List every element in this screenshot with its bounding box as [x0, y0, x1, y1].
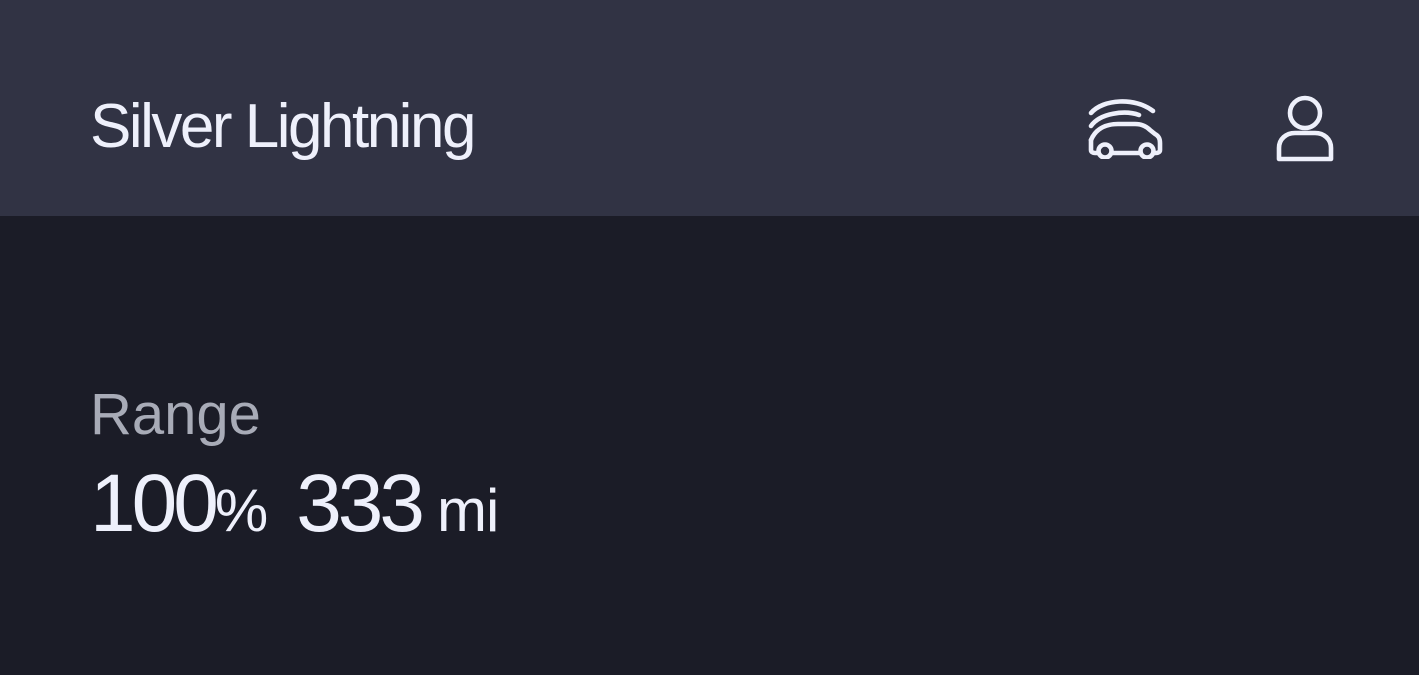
- vehicle-name-title: Silver Lightning: [90, 92, 476, 161]
- range-summary[interactable]: Range 100 % 333 mi: [90, 382, 499, 550]
- user-account-icon: [1276, 95, 1334, 162]
- account-button[interactable]: [1266, 88, 1344, 168]
- battery-percent-sign: %: [214, 477, 268, 544]
- range-values: 100 % 333 mi: [90, 458, 499, 550]
- vehicles-garage-icon: [1088, 99, 1163, 159]
- battery-percent-value: 100: [90, 458, 219, 549]
- range-distance-unit: mi: [437, 477, 499, 544]
- range-label: Range: [90, 382, 261, 447]
- garage-button[interactable]: [1078, 88, 1168, 164]
- range-distance-value: 333: [296, 458, 425, 549]
- app-screen: Silver Lightning Range 100 % 333 mi: [0, 0, 1419, 675]
- top-app-bar: Silver Lightning: [0, 0, 1419, 216]
